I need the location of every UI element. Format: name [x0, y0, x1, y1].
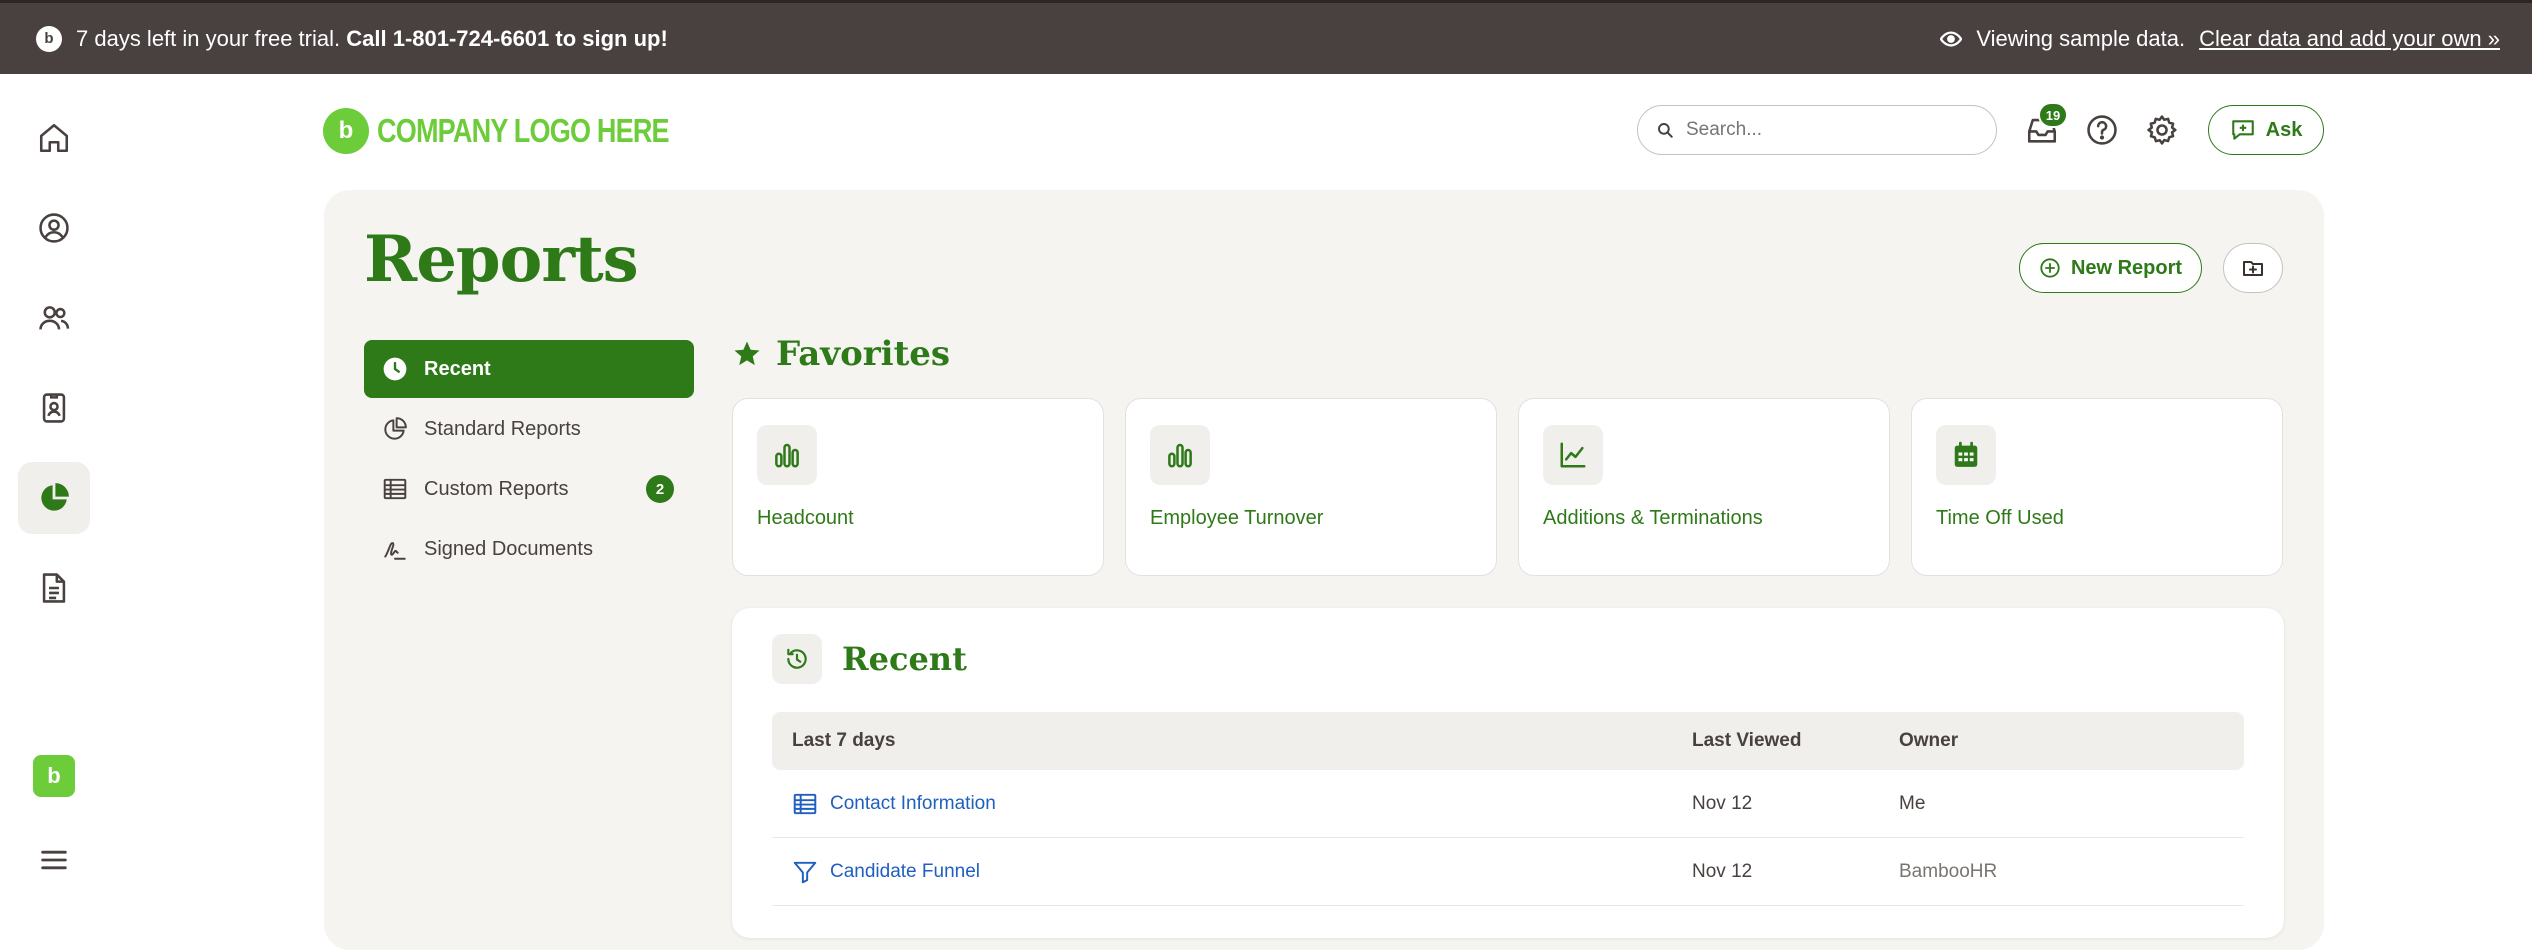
favorites-title: Favorites	[776, 334, 951, 374]
help-button[interactable]	[2082, 110, 2122, 150]
table-row[interactable]: Contact Information Nov 12 Me	[772, 770, 2244, 838]
logo-text: COMPANY LOGO HERE	[377, 112, 670, 149]
report-link[interactable]: Candidate Funnel	[830, 861, 980, 883]
favorite-card-additions-terminations[interactable]: Additions & Terminations	[1518, 398, 1890, 576]
hamburger-menu-icon	[41, 850, 67, 870]
clock-icon	[383, 357, 407, 381]
signature-icon	[384, 542, 406, 560]
recent-heading: Recent	[772, 634, 967, 684]
last-viewed-cell: Nov 12	[1692, 860, 1753, 882]
new-report-label: New Report	[2070, 256, 2183, 279]
search-icon	[1658, 123, 1673, 138]
history-icon	[772, 634, 822, 684]
rail-home-button[interactable]	[18, 102, 90, 174]
clear-data-link[interactable]: Clear data and add your own »	[2199, 26, 2500, 52]
user-circle-icon	[39, 213, 69, 243]
subnav-custom-reports[interactable]: Custom Reports 2	[364, 460, 694, 518]
owner-cell: Me	[1899, 792, 1926, 814]
favorite-card-label: Headcount	[757, 507, 854, 529]
trial-cta: Call 1-801-724-6601 to sign up!	[346, 25, 668, 51]
help-icon	[2087, 115, 2117, 145]
column-header-last-viewed: Last Viewed	[1692, 730, 1802, 751]
column-header-period: Last 7 days	[792, 730, 896, 751]
pie-chart-outline-icon	[384, 417, 407, 440]
recent-reports-section: Recent Last 7 days Last Viewed Owner Con…	[732, 608, 2284, 938]
ask-button-label: Ask	[2265, 118, 2303, 141]
subnav-label: Recent	[424, 357, 491, 380]
table-icon	[383, 478, 407, 500]
favorite-card-time-off-used[interactable]: Time Off Used	[1911, 398, 2283, 576]
folder-plus-icon	[2243, 261, 2263, 276]
inbox-count-badge: 19	[2038, 102, 2068, 128]
favorite-card-label: Employee Turnover	[1150, 507, 1324, 529]
menu-button[interactable]	[18, 824, 90, 896]
bar-chart-icon	[757, 425, 817, 485]
recent-title: Recent	[842, 640, 967, 678]
subnav-label: Signed Documents	[424, 537, 593, 560]
rail-reports-button[interactable]	[18, 462, 90, 534]
gear-icon	[2147, 115, 2177, 145]
star-icon	[734, 341, 760, 366]
table-icon	[793, 793, 817, 814]
page-title: Reports	[364, 222, 639, 297]
rail-people-button[interactable]	[18, 282, 90, 354]
pie-chart-icon	[41, 483, 69, 511]
rail-my-info-button[interactable]	[18, 192, 90, 264]
column-header-owner: Owner	[1899, 730, 1959, 751]
settings-button[interactable]	[2142, 110, 2182, 150]
reports-subnav: Recent Standard Reports Custom Reports 2…	[364, 340, 694, 580]
rail-directory-button[interactable]	[18, 372, 90, 444]
favorite-card-employee-turnover[interactable]: Employee Turnover	[1125, 398, 1497, 576]
line-chart-icon	[1543, 425, 1603, 485]
ask-chat-icon	[2231, 120, 2254, 140]
subnav-signed-documents[interactable]: Signed Documents	[364, 520, 694, 578]
home-icon	[39, 123, 69, 153]
favorite-card-label: Time Off Used	[1936, 507, 2064, 529]
company-logo[interactable]: b COMPANY LOGO HERE	[323, 108, 733, 154]
subnav-recent[interactable]: Recent	[364, 340, 694, 398]
favorite-card-headcount[interactable]: Headcount	[732, 398, 1104, 576]
subnav-label: Standard Reports	[424, 417, 581, 440]
trial-banner: b 7 days left in your free trial. Call 1…	[0, 0, 2532, 74]
new-report-button[interactable]: New Report	[2019, 243, 2202, 293]
sample-data-text: Viewing sample data.	[1976, 25, 2186, 51]
id-badge-icon	[42, 393, 66, 423]
table-row[interactable]: Candidate Funnel Nov 12 BambooHR	[772, 838, 2244, 906]
app-switcher-button[interactable]: b	[18, 740, 90, 812]
bamboo-logo-icon: b	[323, 108, 369, 154]
bar-chart-icon	[1150, 425, 1210, 485]
subnav-standard-reports[interactable]: Standard Reports	[364, 400, 694, 458]
bamboo-icon: b	[36, 25, 62, 52]
people-icon	[39, 306, 70, 330]
recent-table-header: Last 7 days Last Viewed Owner	[772, 712, 2244, 770]
search-input[interactable]	[1686, 119, 1966, 141]
ask-button[interactable]: Ask	[2208, 105, 2324, 155]
new-folder-button[interactable]	[2223, 243, 2283, 293]
favorites-heading: Favorites	[732, 334, 950, 374]
calendar-icon	[1936, 425, 1996, 485]
custom-reports-count-badge: 2	[646, 475, 674, 503]
trial-text: 7 days left in your free trial.	[76, 25, 341, 51]
funnel-icon	[793, 861, 817, 883]
report-link[interactable]: Contact Information	[830, 793, 996, 815]
last-viewed-cell: Nov 12	[1692, 792, 1753, 814]
search-box[interactable]	[1637, 105, 1997, 155]
eye-icon	[1940, 30, 1963, 47]
owner-cell: BambooHR	[1899, 860, 1998, 882]
favorite-card-label: Additions & Terminations	[1543, 507, 1763, 529]
subnav-label: Custom Reports	[424, 477, 569, 500]
bamboohr-app-icon: b	[33, 755, 75, 797]
rail-documents-button[interactable]	[18, 552, 90, 624]
plus-circle-icon	[2040, 258, 2060, 278]
document-icon	[42, 573, 66, 603]
